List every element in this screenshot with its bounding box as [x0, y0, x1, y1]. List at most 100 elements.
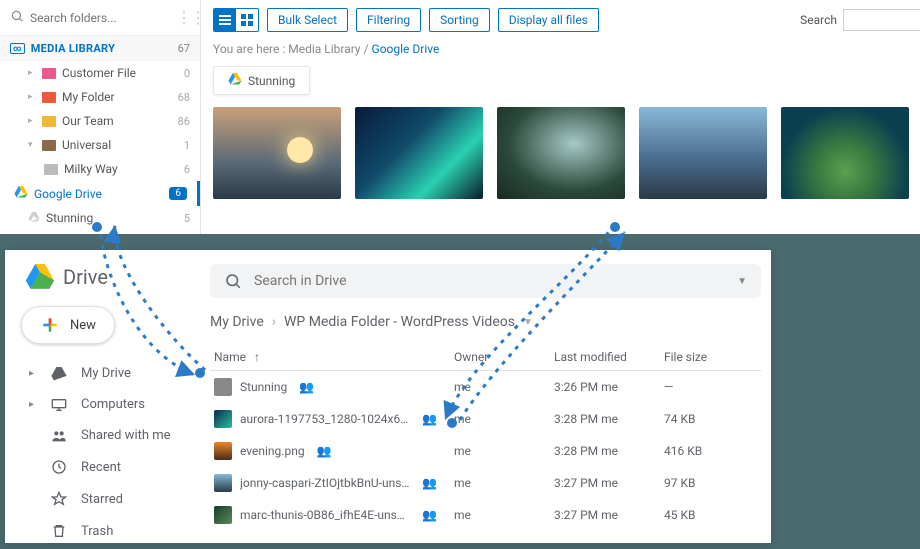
- folder-icon: [42, 68, 56, 79]
- gdrive-breadcrumb-root[interactable]: My Drive: [210, 314, 264, 330]
- gdrive-breadcrumb-current[interactable]: WP Media Folder - WordPress Videos: [284, 314, 515, 330]
- gdrive-breadcrumb: My Drive › WP Media Folder - WordPress V…: [210, 314, 761, 330]
- chevron-right-icon: ▸: [28, 68, 36, 78]
- chevron-down-icon[interactable]: ▼: [523, 317, 533, 328]
- table-row[interactable]: aurora-1197753_1280-1024x682-1.jpg👥me3:2…: [210, 403, 761, 435]
- breadcrumb-root[interactable]: Media Library: [288, 42, 360, 56]
- tree-item-milky-way[interactable]: Milky Way 6: [0, 157, 200, 181]
- gdrive-nav-shared[interactable]: Shared with me: [15, 420, 190, 451]
- breadcrumb-current[interactable]: Google Drive: [372, 42, 440, 56]
- file-size: 416 KB: [664, 444, 734, 458]
- folder-sidebar: ⋮⋮ ∞ MEDIA LIBRARY 67 ▸Customer File 0 ▸…: [0, 0, 201, 234]
- tree-count: 86: [178, 115, 190, 128]
- column-name[interactable]: Name ↑: [214, 350, 454, 364]
- tree-count-badge: 6: [169, 187, 187, 200]
- gdrive-sidebar: Drive New ▸ My Drive ▸Computers Shared wi…: [5, 250, 200, 543]
- file-owner: me: [454, 476, 554, 490]
- table-row[interactable]: marc-thunis-0B86_ifhE4E-unsplash-scaled.…: [210, 499, 761, 531]
- folder-chip-label: Stunning: [248, 74, 295, 88]
- tree-item-my-folder[interactable]: ▸My Folder 68: [0, 85, 200, 109]
- folder-icon: [42, 116, 56, 127]
- main-content: Bulk Select Filtering Sorting Display al…: [201, 0, 920, 234]
- breadcrumb-sep: /: [364, 42, 369, 56]
- google-drive-panel: Drive New ▸ My Drive ▸Computers Shared wi…: [5, 250, 771, 543]
- gdrive-search-input[interactable]: [254, 273, 725, 289]
- folder-search[interactable]: ⋮⋮: [0, 0, 200, 36]
- gdrive-table-header: Name ↑ Owner Last modified File size: [210, 344, 761, 371]
- media-search-input[interactable]: [843, 9, 920, 31]
- thumbnail-item[interactable]: [355, 107, 483, 199]
- column-owner[interactable]: Owner: [454, 350, 554, 364]
- people-icon: [51, 429, 67, 443]
- gdrive-nav-starred[interactable]: Starred: [15, 483, 190, 515]
- table-row[interactable]: jonny-caspari-ZtIOjtbkBnU-unsplash-scale…: [210, 467, 761, 499]
- folder-search-input[interactable]: [30, 11, 170, 25]
- column-modified[interactable]: Last modified: [554, 350, 664, 364]
- tree-item-google-drive[interactable]: Google Drive 6: [0, 181, 200, 206]
- filtering-button[interactable]: Filtering: [356, 8, 421, 32]
- image-thumbnail: [214, 410, 232, 428]
- new-button-label: New: [70, 318, 96, 333]
- display-all-button[interactable]: Display all files: [498, 8, 599, 32]
- thumbnail-item[interactable]: [639, 107, 767, 199]
- drive-icon: [51, 367, 67, 381]
- column-size[interactable]: File size: [664, 350, 734, 364]
- file-owner: me: [454, 412, 554, 426]
- folder-icon: [42, 92, 56, 103]
- table-row[interactable]: Stunning👥me3:26 PM me—: [210, 371, 761, 403]
- tree-item-stunning[interactable]: Stunning 5: [0, 206, 200, 230]
- grid-view-button[interactable]: [236, 9, 258, 31]
- nav-label: Starred: [81, 492, 123, 507]
- library-title: MEDIA LIBRARY: [31, 42, 116, 55]
- sorting-button[interactable]: Sorting: [429, 8, 490, 32]
- tree-item-customer-file[interactable]: ▸Customer File 0: [0, 61, 200, 85]
- gdrive-nav-recent[interactable]: Recent: [15, 451, 190, 483]
- file-modified: 3:28 PM me: [554, 412, 664, 426]
- file-owner: me: [454, 380, 554, 394]
- computer-icon: [51, 398, 67, 412]
- shared-icon: 👥: [422, 508, 437, 522]
- thumbnail-item[interactable]: [213, 107, 341, 199]
- gdrive-logo: Drive: [15, 264, 190, 290]
- file-modified: 3:27 PM me: [554, 508, 664, 522]
- folder-icon: [42, 140, 56, 151]
- google-drive-icon: [28, 211, 40, 225]
- folder-chip-stunning[interactable]: Stunning: [213, 66, 310, 95]
- tree-item-universal[interactable]: ▾Universal 1: [0, 133, 200, 157]
- nav-label: Shared with me: [81, 428, 171, 443]
- table-row[interactable]: evening.png👥me3:28 PM me416 KB: [210, 435, 761, 467]
- gdrive-nav-computers[interactable]: ▸Computers: [15, 389, 190, 420]
- file-modified: 3:26 PM me: [554, 380, 664, 394]
- thumbnail-item[interactable]: [497, 107, 625, 199]
- breadcrumb-prefix: You are here :: [213, 42, 285, 56]
- gdrive-nav: ▸ My Drive ▸Computers Shared with me Rece…: [15, 358, 190, 547]
- nav-label: Recent: [81, 460, 121, 475]
- tree-label: Universal: [62, 138, 111, 152]
- nav-label: My Drive: [81, 366, 131, 381]
- list-view-button[interactable]: [214, 9, 236, 31]
- bulk-select-button[interactable]: Bulk Select: [267, 8, 348, 32]
- chevron-right-icon: ▸: [28, 116, 36, 126]
- tree-count: 0: [184, 67, 190, 80]
- media-library-panel: ⋮⋮ ∞ MEDIA LIBRARY 67 ▸Customer File 0 ▸…: [0, 0, 920, 234]
- tree-count: 5: [184, 212, 190, 225]
- tree-label: My Folder: [62, 90, 115, 104]
- gdrive-new-button[interactable]: New: [21, 306, 115, 344]
- gdrive-nav-trash[interactable]: Trash: [15, 515, 190, 547]
- search-label: Search: [800, 13, 837, 27]
- chevron-right-icon: ▸: [29, 368, 37, 379]
- gdrive-search[interactable]: ▼: [210, 264, 761, 298]
- thumbnail-item[interactable]: [781, 107, 909, 199]
- gdrive-nav-my-drive[interactable]: ▸ My Drive: [15, 358, 190, 389]
- gdrive-main: ▼ My Drive › WP Media Folder - WordPress…: [200, 250, 771, 543]
- drag-handle-icon[interactable]: ⋮⋮: [176, 8, 204, 27]
- tree-count: 1: [184, 139, 190, 152]
- file-size: 97 KB: [664, 476, 734, 490]
- media-library-header[interactable]: ∞ MEDIA LIBRARY 67: [0, 36, 200, 61]
- search-options-dropdown[interactable]: ▼: [737, 276, 747, 287]
- nav-label: Trash: [81, 524, 113, 539]
- file-owner: me: [454, 508, 554, 522]
- google-drive-icon: [25, 264, 55, 290]
- tree-item-our-team[interactable]: ▸Our Team 86: [0, 109, 200, 133]
- folder-icon: [214, 378, 232, 396]
